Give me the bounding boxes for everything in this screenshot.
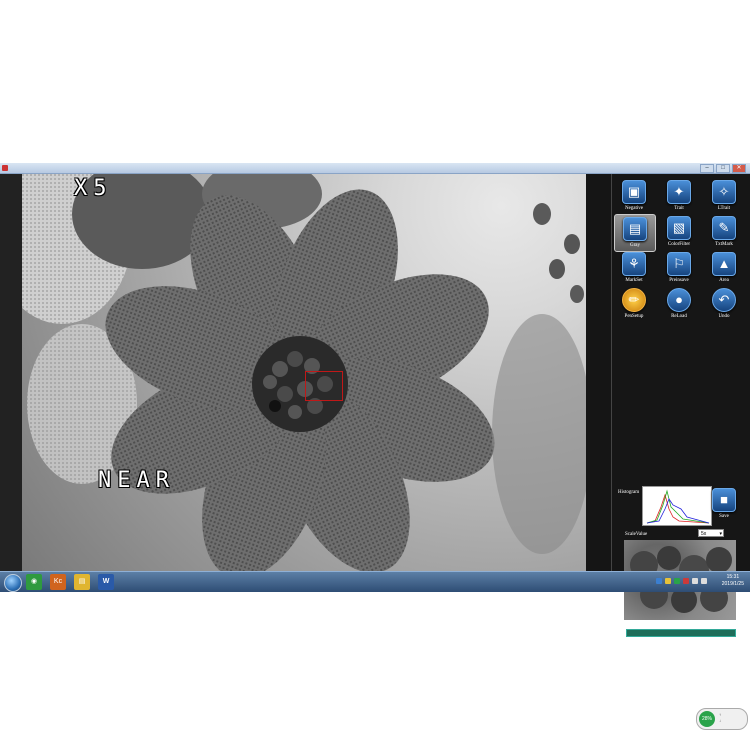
scale-value-text: 5x: [701, 531, 707, 537]
network-monitor-widget[interactable]: 28% ↑ ↓: [696, 708, 748, 730]
selection-rectangle[interactable]: [305, 371, 343, 401]
window-controls: – □ ✕: [700, 164, 746, 173]
clock-date: 2019/1/25: [721, 581, 744, 587]
text-mark-button[interactable]: ✎ TxtMark: [704, 214, 744, 250]
tool-panel: ▣ Negative ✦ Trait ✧ LTrait ▤ Gray ▧ Col…: [612, 174, 750, 637]
reload-icon: ●: [667, 288, 691, 312]
cpu-percent: 28%: [699, 711, 715, 727]
scale-value-select[interactable]: 5x ▾: [698, 529, 724, 537]
app-window: – □ ✕ X5 NEAR ▣ Negative ✦ Trait ✧ LTrai…: [0, 163, 750, 730]
negative-button[interactable]: ▣ Negative: [614, 178, 654, 214]
mark-set-icon: ⚘: [622, 252, 646, 276]
chrome-icon[interactable]: ◉: [26, 574, 42, 590]
color-filter-icon: ▧: [667, 216, 691, 240]
pen-setup-icon: ✏: [622, 288, 646, 312]
start-button[interactable]: [4, 574, 22, 592]
flower-image: [22, 174, 586, 572]
undo-icon: ↶: [712, 288, 736, 312]
alert-icon[interactable]: [683, 578, 689, 584]
scale-value-label: ScaleValue: [625, 532, 648, 537]
trait-label: Trait: [674, 206, 684, 211]
network-icon[interactable]: [692, 578, 698, 584]
left-frame: [0, 174, 22, 572]
negative-icon: ▣: [622, 180, 646, 204]
reload-label: ReLoad: [671, 314, 687, 319]
preinsave-icon: ⚐: [667, 252, 691, 276]
security-icon[interactable]: [674, 578, 680, 584]
clock[interactable]: 15:31 2019/1/25: [722, 574, 744, 588]
zoom-status-bar: [626, 629, 736, 637]
zoom-overlay: X5: [74, 176, 113, 201]
histogram-label: Histogram: [618, 490, 640, 495]
file-explorer-icon[interactable]: ▤: [74, 574, 90, 590]
ltrait-icon: ✧: [712, 180, 736, 204]
kc-app-icon[interactable]: Kc: [50, 574, 66, 590]
area-icon: ▲: [712, 252, 736, 276]
histogram-chart: [642, 486, 712, 526]
speed-indicator: ↑ ↓: [719, 712, 721, 723]
close-button[interactable]: ✕: [732, 164, 746, 173]
word-icon[interactable]: W: [98, 574, 114, 590]
color-filter-label: ColorFilter: [667, 242, 691, 247]
histogram-curves: [646, 489, 710, 524]
input-method-icon[interactable]: [656, 578, 662, 584]
panel-divider: [586, 174, 612, 572]
trait-icon: ✦: [667, 180, 691, 204]
title-bar: – □ ✕: [0, 163, 750, 174]
save-icon: ■: [712, 488, 736, 512]
text-mark-label: TxtMark: [715, 242, 733, 247]
reload-button[interactable]: ● ReLoad: [659, 286, 699, 322]
camera-viewport[interactable]: X5 NEAR: [22, 174, 586, 572]
pen-setup-label: PenSetup: [624, 314, 644, 319]
save-button[interactable]: ■ Save: [704, 486, 744, 522]
system-tray: 15:31 2019/1/25: [650, 572, 750, 592]
save-label: Save: [719, 514, 729, 519]
negative-label: Negative: [624, 206, 644, 211]
chevron-down-icon: ▾: [719, 531, 722, 537]
ltrait-label: LTrait: [717, 206, 731, 211]
clock-time: 15:31: [726, 574, 740, 580]
mark-set-button[interactable]: ⚘ MarkSet: [614, 250, 654, 286]
trait-button[interactable]: ✦ Trait: [659, 178, 699, 214]
gray-label: Gray: [630, 243, 640, 248]
color-filter-button[interactable]: ▧ ColorFilter: [659, 214, 699, 250]
area-label: Area: [719, 278, 729, 283]
undo-label: Undo: [718, 314, 730, 319]
preinsave-label: Preinsave: [669, 278, 689, 283]
text-mark-icon: ✎: [712, 216, 736, 240]
focus-overlay: NEAR: [98, 468, 175, 493]
undo-button[interactable]: ↶ Undo: [704, 286, 744, 322]
ltrait-button[interactable]: ✧ LTrait: [704, 178, 744, 214]
taskbar: ◉ Kc ▤ W 15:31 2019/1/25: [0, 571, 750, 592]
pen-setup-button[interactable]: ✏ PenSetup: [614, 286, 654, 322]
maximize-button[interactable]: □: [716, 164, 730, 173]
mark-set-label: MarkSet: [625, 278, 643, 283]
volume-icon[interactable]: [701, 578, 707, 584]
area-button[interactable]: ▲ Area: [704, 250, 744, 286]
notification-icon[interactable]: [665, 578, 671, 584]
gray-icon: ▤: [623, 217, 647, 241]
minimize-button[interactable]: –: [700, 164, 714, 173]
preinsave-button[interactable]: ⚐ Preinsave: [659, 250, 699, 286]
app-icon: [2, 165, 8, 171]
gray-button[interactable]: ▤ Gray: [614, 214, 656, 252]
